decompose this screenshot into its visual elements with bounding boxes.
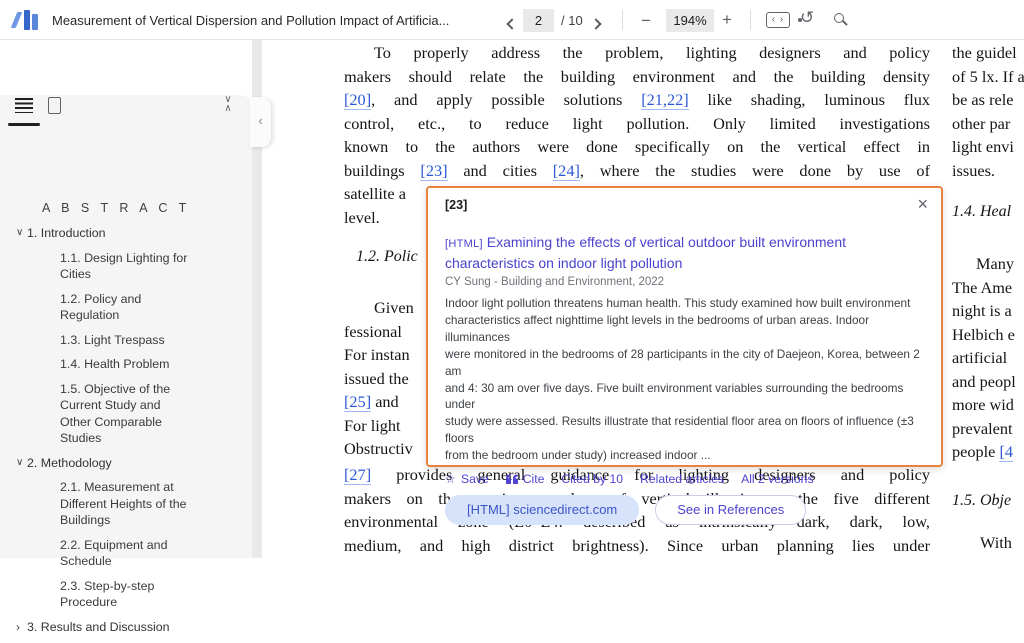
- toc-item-2-3[interactable]: 2.3. Step-by-step Procedure: [60, 578, 212, 611]
- section-heading-1-4: 1.4. Heal: [952, 203, 1011, 221]
- scholar-actions-row: ☆Save Cite Cited by 10 Related articles …: [445, 472, 925, 486]
- cited-by-link[interactable]: Cited by 10: [561, 472, 623, 486]
- toc-item-introduction[interactable]: ∨ 1. Introduction: [0, 225, 250, 242]
- document-text-line: buildings [23] and cities [24], where th…: [344, 159, 930, 183]
- chevron-down-icon[interactable]: ∨: [0, 225, 27, 242]
- document-text-line: known to the authors were done specifica…: [344, 135, 930, 159]
- toc-item-1-2[interactable]: 1.2. Policy and Regulation: [60, 291, 212, 324]
- all-versions-link[interactable]: All 2 versions: [741, 472, 813, 486]
- thumbnails-tab-icon[interactable]: [48, 97, 61, 114]
- toc-item-1-4[interactable]: 1.4. Health Problem: [60, 356, 212, 373]
- see-in-references-button[interactable]: See in References: [655, 495, 806, 525]
- citation-link[interactable]: [27]: [344, 465, 371, 485]
- scholar-result-byline: CY Sung - Building and Environment, 2022: [445, 276, 925, 288]
- document-title: Measurement of Vertical Dispersion and P…: [52, 13, 449, 28]
- related-articles-link[interactable]: Related articles: [640, 472, 724, 486]
- popup-buttons-row: [HTML] sciencedirect.com See in Referenc…: [445, 495, 925, 525]
- zoom-level-value[interactable]: 194%: [666, 9, 714, 32]
- toc-item-methodology[interactable]: ∨ 2. Methodology: [0, 455, 250, 472]
- star-icon: ☆: [445, 472, 456, 486]
- cite-quote-icon: [506, 474, 518, 484]
- top-toolbar: Measurement of Vertical Dispersion and P…: [0, 0, 1024, 40]
- document-text-line: Helbich e: [952, 323, 1015, 347]
- table-of-contents: A B S T R A C T ∨ 1. Introduction 1.1. D…: [0, 201, 250, 643]
- close-icon[interactable]: ×: [917, 194, 928, 215]
- chevron-down-icon[interactable]: ∨: [0, 455, 27, 472]
- document-text-line: With: [980, 531, 1012, 555]
- app-logo-icon: [12, 7, 40, 33]
- citation-link[interactable]: [24]: [553, 161, 580, 181]
- toc-item-results[interactable]: › 3. Results and Discussion: [0, 619, 250, 636]
- document-text-line: light envi: [952, 135, 1014, 159]
- zoom-out-button[interactable]: −: [641, 11, 651, 31]
- document-text-line: more wid: [952, 393, 1014, 417]
- document-text-line: To properly address the problem, lightin…: [344, 41, 930, 65]
- rotate-icon[interactable]: ↺: [800, 8, 814, 28]
- document-text-line: artificial: [952, 346, 1007, 370]
- document-text-line: issues.: [952, 159, 995, 183]
- citation-link[interactable]: [20]: [344, 90, 371, 110]
- html-tag: [HTML]: [445, 238, 483, 250]
- scholar-result-title-link[interactable]: [HTML] Examining the effects of vertical…: [445, 233, 925, 273]
- document-text-line: medium, and high district brightness). S…: [344, 534, 930, 558]
- panel-collapse-handle[interactable]: ‹: [250, 97, 271, 147]
- document-text-line: Many: [976, 252, 1014, 276]
- citation-link[interactable]: [4: [999, 442, 1013, 462]
- document-text-line: prevalent: [952, 417, 1013, 441]
- chevron-right-icon[interactable]: ›: [0, 619, 27, 636]
- search-icon[interactable]: [834, 13, 844, 23]
- previous-page-button[interactable]: [508, 15, 516, 33]
- toolbar-divider: [750, 10, 751, 30]
- fit-to-width-icon[interactable]: ‹ ›: [766, 12, 790, 28]
- collapse-vertical-icon[interactable]: ∨ ∧: [220, 95, 236, 117]
- document-text-line: be as rele: [952, 88, 1013, 112]
- scholar-result-snippet: Indoor light pollution threatens human h…: [445, 295, 927, 464]
- citation-link[interactable]: [25]: [344, 392, 371, 412]
- active-tab-underline: [8, 123, 40, 126]
- outline-panel: A B S T R A C T ∨ 1. Introduction 1.1. D…: [0, 95, 252, 558]
- toc-item-abstract[interactable]: A B S T R A C T: [42, 201, 250, 215]
- document-text-line: and peopl: [952, 370, 1016, 394]
- citation-link[interactable]: [21,22]: [641, 90, 688, 110]
- zoom-in-button[interactable]: +: [722, 10, 732, 30]
- document-text-line: night is a: [952, 299, 1012, 323]
- citation-link[interactable]: [23]: [420, 161, 447, 181]
- document-text-line: The Ame: [952, 276, 1012, 300]
- section-heading-1-5: 1.5. Obje: [952, 492, 1011, 510]
- toc-item-1-3[interactable]: 1.3. Light Trespass: [60, 332, 212, 349]
- next-page-button[interactable]: [592, 15, 600, 33]
- citation-preview-popup: [23] × [HTML] Examining the effects of v…: [426, 186, 943, 467]
- toc-item-2-1[interactable]: 2.1. Measurement at Different Heights of…: [60, 479, 212, 529]
- document-text-line: the guidel: [952, 41, 1017, 65]
- document-text-line: of 5 lx. If a: [952, 65, 1024, 89]
- toc-item-1-1[interactable]: 1.1. Design Lighting for Cities: [60, 250, 212, 283]
- toc-item-2-2[interactable]: 2.2. Equipment and Schedule: [60, 537, 212, 570]
- sciencedirect-button[interactable]: [HTML] sciencedirect.com: [445, 495, 639, 525]
- page-total-label: / 10: [561, 13, 583, 28]
- cite-link[interactable]: Cite: [506, 472, 545, 486]
- section-heading-1-2: 1.2. Polic: [356, 248, 418, 266]
- save-link[interactable]: ☆Save: [445, 472, 489, 486]
- reference-id: [23]: [445, 198, 925, 212]
- document-text-line: other par: [952, 112, 1010, 136]
- document-text-line: people [4: [952, 440, 1013, 464]
- page-number-input[interactable]: [523, 9, 554, 32]
- toc-item-1-5[interactable]: 1.5. Objective of the Current Study and …: [60, 381, 212, 447]
- document-text-line: control, etc., to reduce light pollution…: [344, 112, 930, 136]
- sidebar-tab-bar: ∨ ∧: [0, 40, 252, 95]
- outline-tab-icon[interactable]: [15, 98, 33, 113]
- toolbar-divider: [622, 10, 623, 30]
- document-text-line: makers should relate the building enviro…: [344, 65, 930, 89]
- document-text-line: [20], and apply possible solutions [21,2…: [344, 88, 930, 112]
